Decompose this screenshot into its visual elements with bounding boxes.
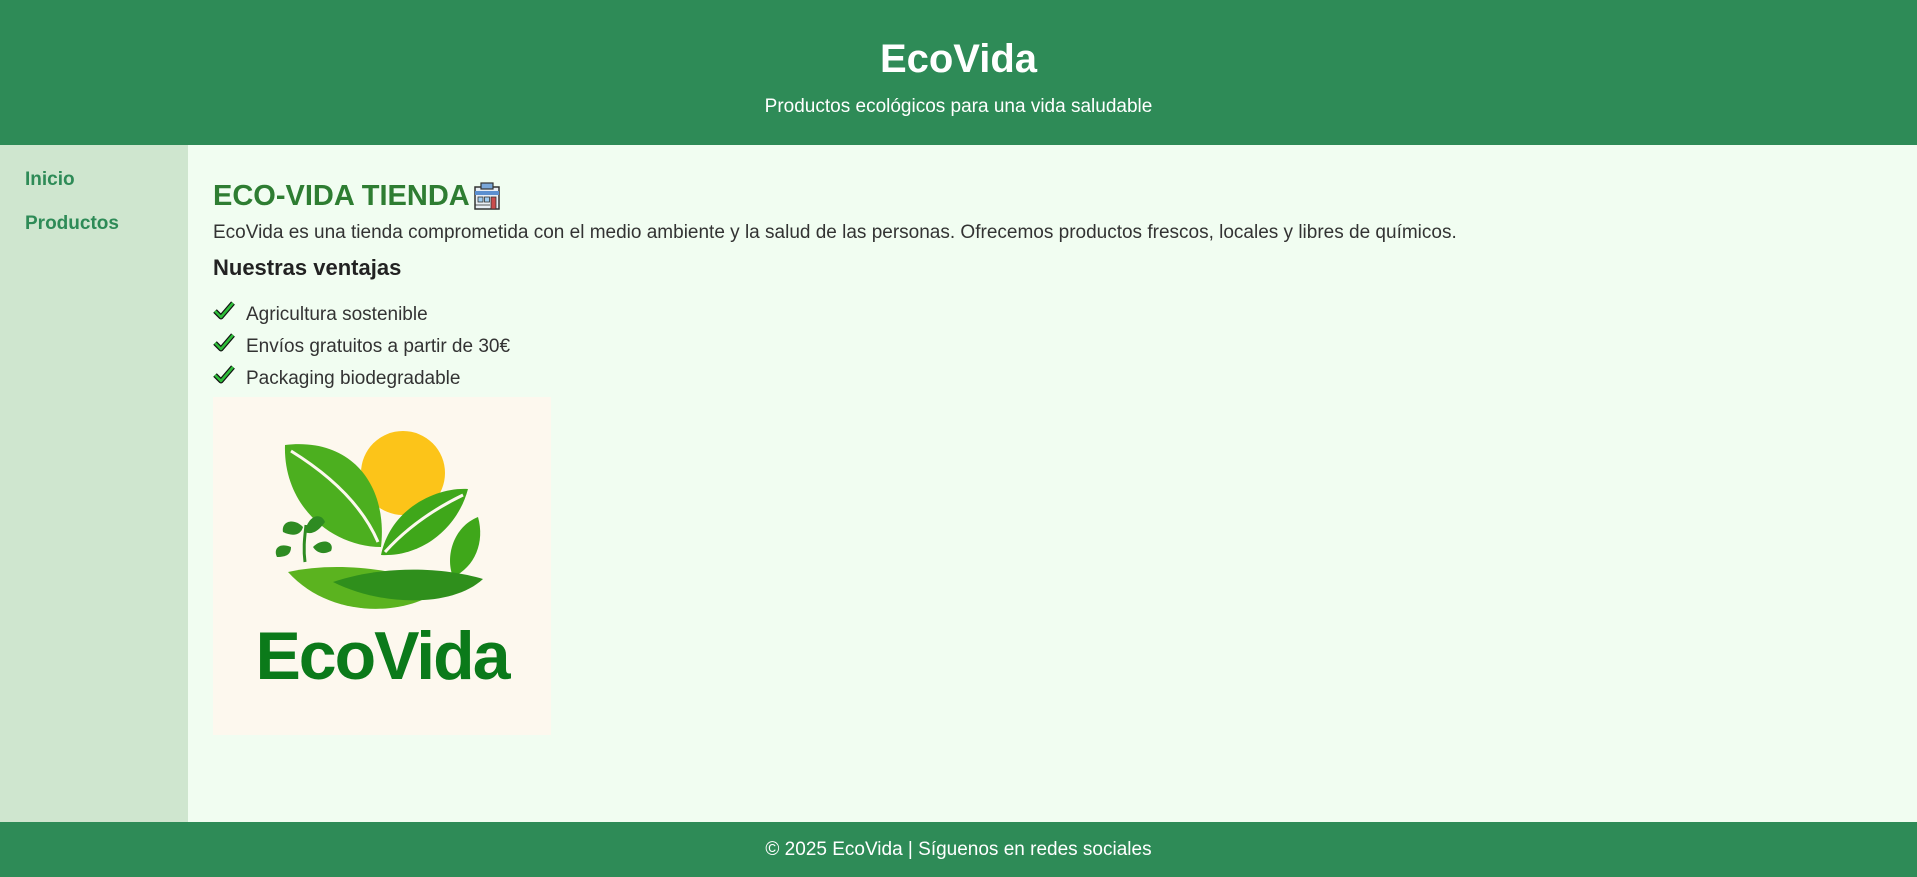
intro-text: EcoVida es una tienda comprometida con e… — [213, 222, 1457, 243]
ecovida-logo-image: EcoVida — [213, 397, 551, 735]
site-header: EcoVida Productos ecológicos para una vi… — [0, 0, 1917, 145]
list-item: Envíos gratuitos a partir de 30€ — [213, 331, 1917, 363]
site-title: EcoVida — [879, 37, 1038, 81]
page-heading: ECO-VIDA TIENDA — [213, 179, 1917, 213]
advantage-text: Agricultura sostenible — [246, 304, 428, 325]
advantages-list: Agricultura sostenible Envíos gratuitos … — [213, 299, 1917, 395]
list-item: Packaging biodegradable — [213, 363, 1917, 395]
site-subtitle: Productos ecológicos para una vida salud… — [764, 96, 1153, 117]
page-layout: Inicio Productos ECO-VIDA TIENDA EcoVida… — [0, 145, 1917, 822]
logo-wordmark: EcoVida — [255, 618, 510, 694]
leaf-sun-logo-icon — [275, 431, 483, 609]
advantage-text: Envíos gratuitos a partir de 30€ — [246, 336, 511, 357]
main-content: ECO-VIDA TIENDA EcoVida es una tienda co… — [188, 145, 1917, 822]
sidebar-nav: Inicio Productos — [0, 145, 188, 822]
check-icon — [213, 331, 246, 363]
footer-text: © 2025 EcoVida | Síguenos en redes socia… — [765, 839, 1152, 860]
list-item: Agricultura sostenible — [213, 299, 1917, 331]
site-footer: © 2025 EcoVida | Síguenos en redes socia… — [0, 822, 1917, 877]
store-icon — [472, 181, 502, 211]
advantage-text: Packaging biodegradable — [246, 368, 461, 389]
page-heading-text: ECO-VIDA TIENDA — [213, 180, 470, 212]
check-icon — [213, 299, 246, 331]
nav-link-inicio[interactable]: Inicio — [25, 169, 188, 191]
advantages-heading: Nuestras ventajas — [213, 255, 402, 280]
check-icon — [213, 363, 246, 395]
nav-link-productos[interactable]: Productos — [25, 213, 188, 235]
